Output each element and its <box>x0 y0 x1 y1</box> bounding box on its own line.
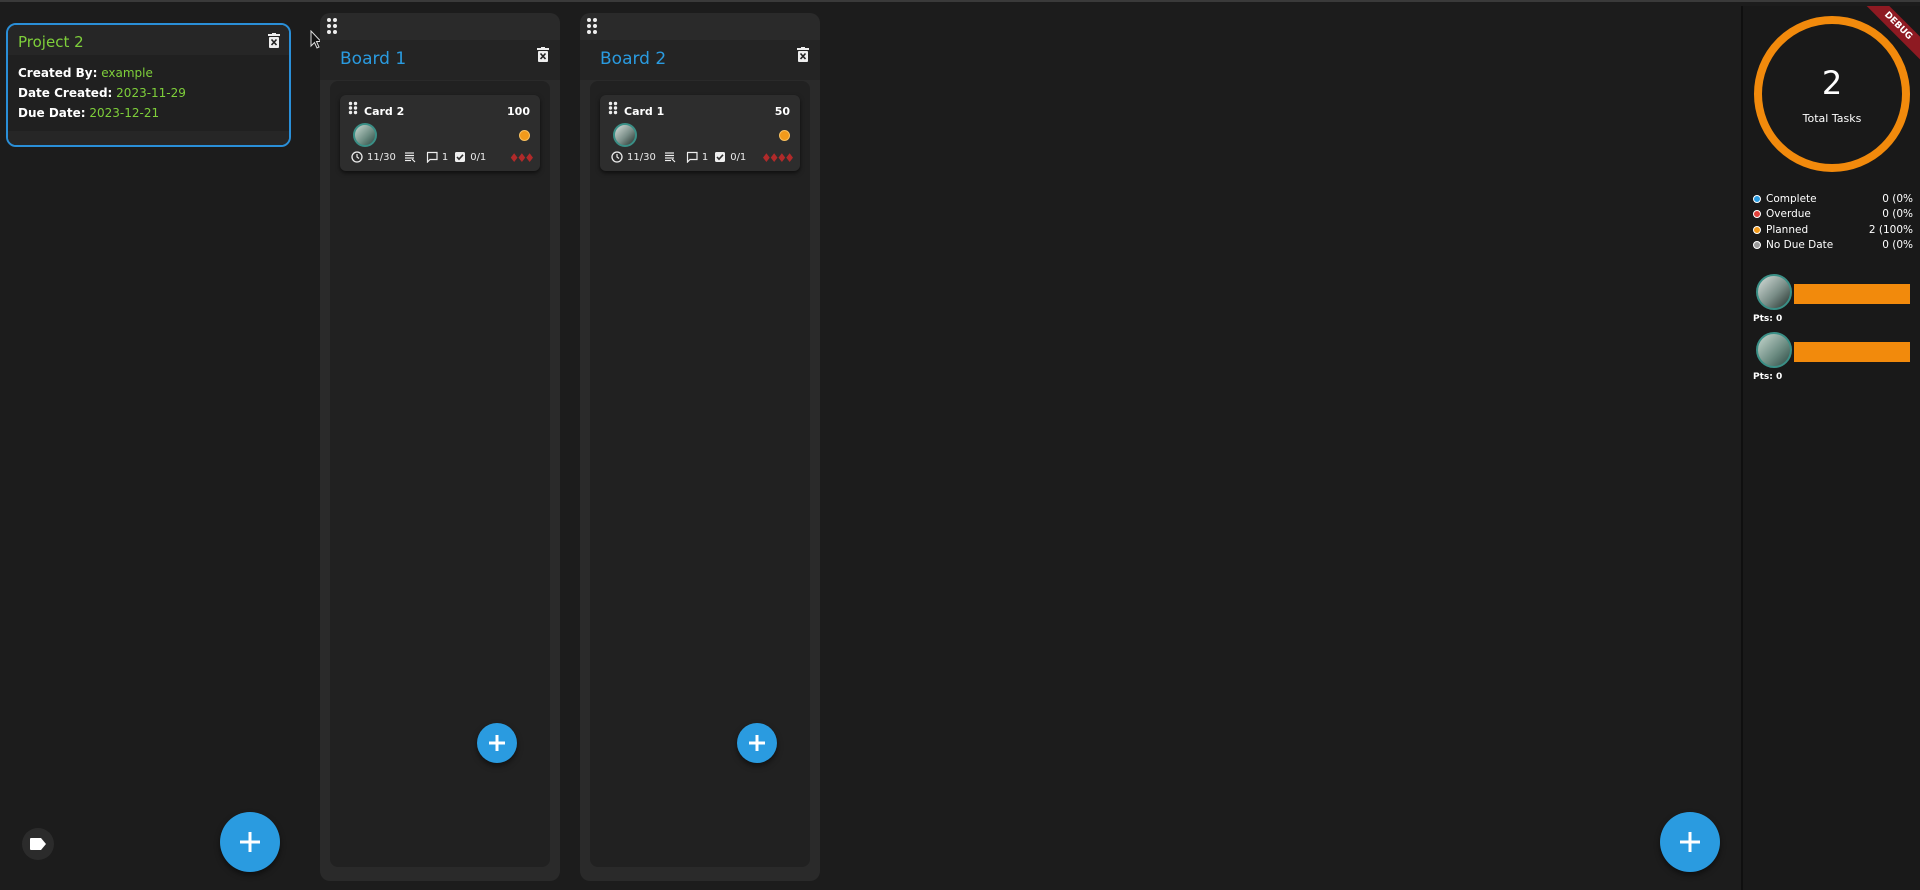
legend-value: 0 (0% <box>1882 208 1913 221</box>
assignee-avatar[interactable] <box>353 123 377 147</box>
project-footer <box>8 131 289 145</box>
user-progress-bar <box>1794 342 1910 362</box>
add-board-button[interactable] <box>1660 812 1720 872</box>
priority-flames-icon: ♦♦♦♦ <box>760 151 795 165</box>
card-points: 50 <box>774 105 790 118</box>
project-header: Project 2 <box>8 25 289 55</box>
legend-overdue: Overdue 0 (0% <box>1753 207 1913 223</box>
project-card[interactable]: Project 2 Created By: example Date Creat… <box>6 23 291 147</box>
project-title: Project 2 <box>18 33 84 51</box>
legend-complete: Complete 0 (0% <box>1753 191 1913 207</box>
legend-planned: Planned 2 (100% <box>1753 222 1913 238</box>
labels-button[interactable] <box>22 828 54 860</box>
status-legend: Complete 0 (0% Overdue 0 (0% Planned 2 (… <box>1753 191 1913 253</box>
delete-project-icon[interactable] <box>267 33 281 48</box>
date-created-value: 2023-11-29 <box>116 86 186 100</box>
user-points: Pts: 0 <box>1753 372 1783 382</box>
board-card-list: Card 1 50 11/30 1 0/1 ♦♦♦♦ <box>590 81 810 867</box>
created-by-label: Created By: <box>18 66 98 80</box>
stats-panel: DEBUG 2 Total Tasks Complete 0 (0% Overd… <box>1741 6 1920 890</box>
total-tasks-count: 2 <box>1821 64 1843 102</box>
drag-handle-icon[interactable] <box>348 101 358 115</box>
planned-dot-icon <box>1753 225 1761 234</box>
overdue-dot-icon <box>1753 210 1761 219</box>
description-icon <box>664 152 676 163</box>
legend-label: Overdue <box>1766 208 1811 221</box>
status-dot-icon <box>779 130 790 141</box>
legend-value: 2 (100% <box>1868 223 1913 236</box>
priority-flames-icon: ♦♦♦ <box>508 151 535 165</box>
due-date-row: Due Date: 2023-12-21 <box>18 103 279 123</box>
comment-icon <box>426 151 438 163</box>
created-by-row: Created By: example <box>18 63 279 83</box>
user-points-row: Pts: 0 <box>1753 332 1913 390</box>
task-card[interactable]: Card 2 100 11/30 1 0/1 ♦♦♦ <box>340 95 540 171</box>
add-card-button[interactable] <box>737 723 777 763</box>
plus-icon <box>749 735 765 751</box>
board-card-list: Card 2 100 11/30 1 0/1 ♦♦♦ <box>330 81 550 867</box>
card-meta: 11/30 1 0/1 <box>351 149 486 165</box>
board-2[interactable]: Board 2 Card 1 50 11/30 1 0/1 ♦♦♦♦ <box>580 13 820 881</box>
drag-handle-icon[interactable] <box>608 101 618 115</box>
card-due-date: 11/30 <box>627 151 656 163</box>
legend-value: 0 (0% <box>1882 192 1913 205</box>
drag-handle-icon[interactable] <box>586 17 598 35</box>
delete-board-icon[interactable] <box>536 47 550 62</box>
window-top-border <box>0 0 1920 2</box>
card-comment-count: 1 <box>441 151 449 163</box>
date-created-label: Date Created: <box>18 86 113 100</box>
legend-label: Planned <box>1766 223 1809 236</box>
user-points-row: Pts: 0 <box>1753 274 1913 332</box>
due-date-value: 2023-12-21 <box>89 106 160 120</box>
legend-label: Complete <box>1766 192 1817 205</box>
plus-icon <box>240 832 260 852</box>
project-details: Created By: example Date Created: 2023-1… <box>8 55 289 131</box>
checkbox-icon <box>455 152 466 162</box>
board-1[interactable]: Board 1 Card 2 100 11/30 1 0/1 ♦♦♦ <box>320 13 560 881</box>
checkbox-icon <box>715 152 726 162</box>
legend-label: No Due Date <box>1766 239 1834 252</box>
clock-icon <box>611 151 623 163</box>
board-title: Board 1 <box>340 49 407 69</box>
board-title: Board 2 <box>600 49 667 69</box>
task-card[interactable]: Card 1 50 11/30 1 0/1 ♦♦♦♦ <box>600 95 800 171</box>
card-checklist: 0/1 <box>470 151 487 163</box>
assignee-avatar[interactable] <box>613 123 637 147</box>
delete-board-icon[interactable] <box>796 47 810 62</box>
status-dot-icon <box>519 130 530 141</box>
no-due-date-dot-icon <box>1753 241 1761 250</box>
legend-value: 0 (0% <box>1882 239 1913 252</box>
card-title: Card 1 <box>624 105 665 118</box>
card-checklist: 0/1 <box>730 151 747 163</box>
card-meta: 11/30 1 0/1 <box>611 149 746 165</box>
comment-icon <box>686 151 698 163</box>
user-progress-bar <box>1794 284 1910 304</box>
created-by-value: example <box>101 66 153 80</box>
complete-dot-icon <box>1753 194 1761 203</box>
plus-icon <box>1680 832 1700 852</box>
card-due-date: 11/30 <box>367 151 396 163</box>
add-project-button[interactable] <box>220 812 280 872</box>
date-created-row: Date Created: 2023-11-29 <box>18 83 279 103</box>
card-title: Card 2 <box>364 105 405 118</box>
card-points: 100 <box>507 105 530 118</box>
user-points: Pts: 0 <box>1753 314 1783 324</box>
legend-no-due-date: No Due Date 0 (0% <box>1753 238 1913 254</box>
total-tasks-label: Total Tasks <box>1802 112 1862 125</box>
user-avatar[interactable] <box>1756 274 1792 310</box>
plus-icon <box>489 735 505 751</box>
due-date-label: Due Date: <box>18 106 86 120</box>
clock-icon <box>351 151 363 163</box>
description-icon <box>404 152 416 163</box>
drag-handle-icon[interactable] <box>326 17 338 35</box>
add-card-button[interactable] <box>477 723 517 763</box>
user-avatar[interactable] <box>1756 332 1792 368</box>
label-tag-icon <box>30 838 46 850</box>
card-comment-count: 1 <box>701 151 709 163</box>
